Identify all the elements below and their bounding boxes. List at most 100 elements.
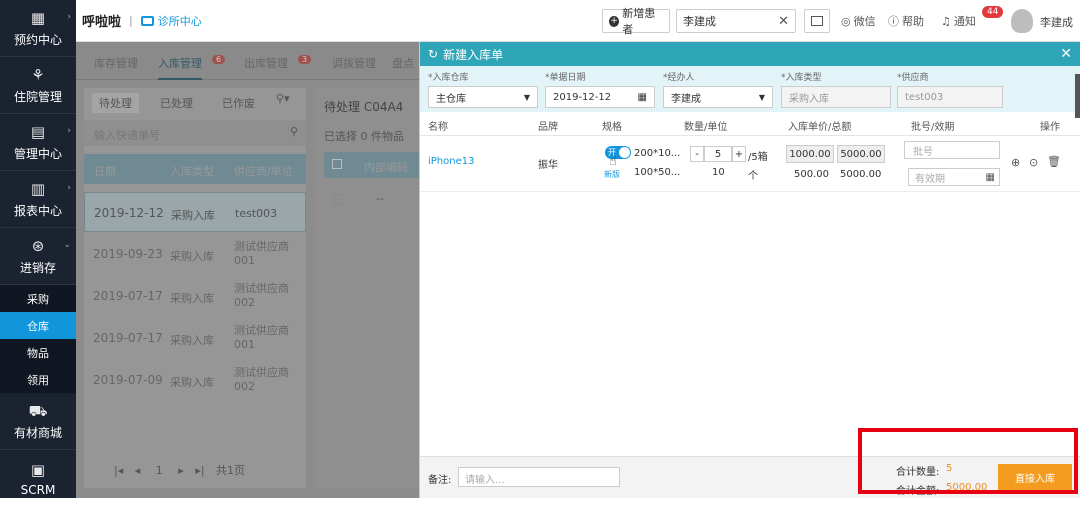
sidebar-item-mall[interactable]: ⛟ 有材商城 xyxy=(0,393,76,450)
subtab-processed[interactable]: 已处理 xyxy=(160,95,193,111)
wechat-link[interactable]: ◎ 微信 xyxy=(841,13,876,29)
warehouse-value: 主仓库 xyxy=(436,93,466,105)
table-row: iPhone13 振华 开 ☝ 新版 200*10... 100*50... -… xyxy=(420,136,1080,192)
tab-stock[interactable]: 库存管理 xyxy=(94,55,138,71)
tab-outbound[interactable]: 出库管理 xyxy=(244,55,288,71)
list-row[interactable]: 2019-07-09 采购入库 测试供应商002 xyxy=(84,360,306,400)
sidebar-item-inventory[interactable]: ⊛ ⌄ 进销存 xyxy=(0,228,76,285)
increase-quantity-button[interactable]: + xyxy=(732,146,746,162)
sidebar-item-inpatient[interactable]: ⚘ 住院管理 xyxy=(0,57,76,114)
quantity-unit-1: /5箱 xyxy=(748,152,768,163)
clinic-center-link[interactable]: 诊所中心 xyxy=(140,13,202,29)
sidebar-item-scrm[interactable]: ▣ SCRM xyxy=(0,450,76,507)
row-type: 采购入库 xyxy=(170,292,214,305)
item-name[interactable]: iPhone13 xyxy=(428,156,474,167)
add-row-icon[interactable]: ⊕ xyxy=(1011,156,1020,169)
express-search-input[interactable]: 输入快递单号 ⚲ xyxy=(84,120,306,146)
batch-number-input[interactable]: 批号 xyxy=(904,141,1000,159)
chevron-right-icon: › xyxy=(67,12,71,22)
avatar[interactable] xyxy=(1011,9,1033,33)
checkbox[interactable] xyxy=(333,194,343,204)
help-label: 帮助 xyxy=(902,15,924,28)
type-input: 采购入库 xyxy=(781,86,891,108)
scroll-tab[interactable] xyxy=(1075,74,1080,118)
checkbox[interactable] xyxy=(332,159,342,169)
subtab-voided[interactable]: 已作废 xyxy=(222,95,255,111)
expiry-date-input[interactable]: 有效期 ▦ xyxy=(908,168,1000,186)
sidebar-item-label: 报表中心 xyxy=(13,203,62,218)
unit-price-value-2: 500.00 xyxy=(794,169,829,180)
decrease-quantity-button[interactable]: - xyxy=(690,146,704,162)
caret-down-icon: ▼ xyxy=(758,92,765,102)
grid-icon: ▣ xyxy=(30,460,46,479)
date-input[interactable]: 2019-12-12 ▦ xyxy=(545,86,655,108)
filter-icon[interactable]: ⚲▾ xyxy=(276,92,290,105)
sidebar-item-management[interactable]: ▤ › 管理中心 xyxy=(0,114,76,171)
handler-select[interactable]: 李建成 ▼ xyxy=(663,86,773,108)
list-row[interactable]: 2019-09-23 采购入库 测试供应商001 xyxy=(84,234,306,274)
copy-row-icon[interactable]: ⊙ xyxy=(1029,156,1038,169)
column-internal-code: 内部编码 xyxy=(364,161,408,174)
new-patient-label: 新增患者 xyxy=(622,7,656,36)
unit-price-field[interactable]: 1000.00 xyxy=(786,145,834,163)
clear-icon[interactable]: ✕ xyxy=(778,14,789,29)
sidebar-subitem-purchase[interactable]: 采购 xyxy=(0,285,76,312)
user-name: 李建成 xyxy=(1040,16,1073,29)
detail-cell: -- xyxy=(376,192,384,205)
sidebar-item-appointment[interactable]: ▦ › 预约中心 xyxy=(0,0,76,57)
column-type: 入库类型 xyxy=(170,165,214,178)
list-header: 日期 入库类型 供应商/单位 xyxy=(84,154,306,184)
type-value: 采购入库 xyxy=(789,93,829,105)
tab-transfer[interactable]: 调拨管理 xyxy=(332,55,376,71)
row-supplier: test003 xyxy=(235,207,278,220)
sidebar-item-label: 进销存 xyxy=(19,260,56,275)
quantity-input[interactable]: 5 xyxy=(704,146,732,162)
cycle-icon: ⊛ xyxy=(31,236,45,255)
patient-search-input[interactable]: 李建成 ✕ xyxy=(676,9,796,33)
clinic-label: 诊所中心 xyxy=(157,14,202,28)
item-brand: 振华 xyxy=(538,160,558,171)
last-page-icon[interactable]: ▸| xyxy=(195,464,204,477)
handler-label: *经办人 xyxy=(663,73,695,83)
warehouse-select[interactable]: 主仓库 ▼ xyxy=(428,86,538,108)
close-icon[interactable]: ✕ xyxy=(1060,46,1072,62)
total-amount-field[interactable]: 5000.00 xyxy=(837,145,885,163)
toggle-knob xyxy=(619,147,630,158)
column-spec: 规格 xyxy=(602,122,622,133)
separator: | xyxy=(129,14,133,27)
search-placeholder: 输入快递单号 xyxy=(94,129,160,142)
help-link[interactable]: ⓘ 帮助 xyxy=(888,13,924,29)
notification-link[interactable]: ♫ 通知 xyxy=(941,13,976,29)
chevron-right-icon: › xyxy=(67,183,71,193)
tab-inbound[interactable]: 入库管理 xyxy=(158,55,202,80)
sidebar-subitem-warehouse[interactable]: 仓库 xyxy=(0,312,76,339)
inventory-tabs: 库存管理 入库管理 6 出库管理 3 调拨管理 盘点 xyxy=(76,42,419,80)
next-page-icon[interactable]: ▸ xyxy=(178,464,184,477)
delete-icon[interactable]: 🗑 xyxy=(1047,155,1061,168)
remark-input[interactable]: 请输入... xyxy=(458,467,620,487)
tab-stocktake[interactable]: 盘点 xyxy=(392,55,414,71)
page-number[interactable]: 1 xyxy=(156,464,163,477)
quantity-value-2: 10 xyxy=(712,167,725,178)
sidebar-subitem-requisition[interactable]: 领用 xyxy=(0,366,76,393)
list-row[interactable]: 2019-07-17 采购入库 测试供应商001 xyxy=(84,318,306,358)
total-amount-value: 5000.00 xyxy=(840,148,882,160)
list-row[interactable]: 2019-12-12 采购入库 test003 xyxy=(84,192,306,232)
column-price: 入库单价/总额 xyxy=(788,122,852,133)
first-page-icon[interactable]: |◂ xyxy=(114,464,123,477)
calendar-icon: ▦ xyxy=(985,171,995,183)
sidebar-subitem-goods[interactable]: 物品 xyxy=(0,339,76,366)
id-card-button[interactable] xyxy=(804,9,830,33)
row-supplier: 测试供应商001 xyxy=(234,240,289,267)
search-icon: ⚲ xyxy=(289,125,298,138)
calendar-icon: ▦ xyxy=(637,91,647,103)
spec-value-2: 100*50... xyxy=(634,167,681,178)
subtab-pending[interactable]: 待处理 xyxy=(92,93,139,113)
prev-page-icon[interactable]: ◂ xyxy=(135,464,141,477)
calendar-icon: ▦ xyxy=(30,8,46,27)
list-row[interactable]: 2019-07-17 采购入库 测试供应商002 xyxy=(84,276,306,316)
date-label: *单据日期 xyxy=(545,73,586,83)
sidebar-item-reports[interactable]: ▥ › 报表中心 xyxy=(0,171,76,228)
new-patient-button[interactable]: + 新增患者 xyxy=(602,7,670,36)
chevron-right-icon: › xyxy=(67,126,71,136)
